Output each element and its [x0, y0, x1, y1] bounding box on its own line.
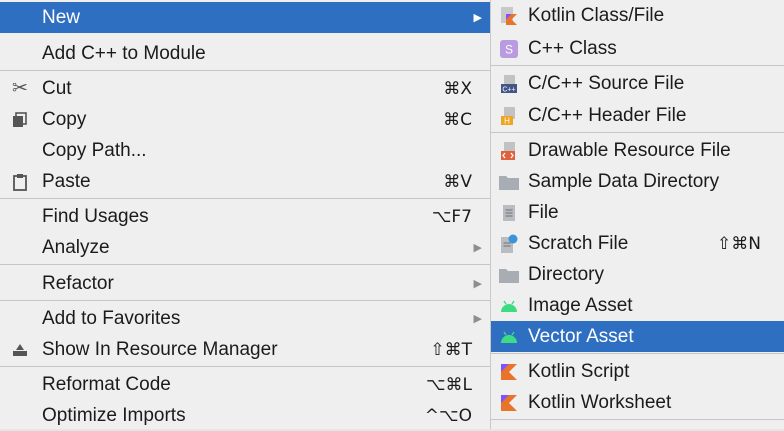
- menu-separator: [0, 264, 490, 265]
- submenu-item-cpp-source-file[interactable]: C++ C/C++ Source File: [491, 68, 784, 99]
- kotlin-script-icon: [499, 362, 519, 382]
- submenu-arrow-icon: ▶: [473, 242, 482, 254]
- menu-separator: [491, 353, 784, 354]
- file-icon: [499, 203, 519, 223]
- resource-manager-icon: [9, 339, 31, 361]
- submenu-item-image-asset[interactable]: Image Asset: [491, 290, 784, 321]
- android-icon: [499, 327, 519, 347]
- menu-item-label: C++ Class: [528, 37, 617, 59]
- menu-item-cut[interactable]: ✂ Cut ⌘X: [0, 73, 490, 104]
- menu-item-label: Image Asset: [528, 294, 633, 316]
- submenu-item-vector-asset[interactable]: Vector Asset: [491, 321, 784, 352]
- cpp-class-icon-text: S: [505, 42, 513, 56]
- folder-icon: [499, 172, 519, 192]
- submenu-arrow-icon: ▶: [473, 12, 482, 24]
- menu-item-copy[interactable]: Copy ⌘C: [0, 104, 490, 135]
- shortcut-label: ⌥F7: [431, 206, 472, 227]
- menu-item-reformat-code[interactable]: Reformat Code ⌥⌘L: [0, 369, 490, 400]
- submenu-item-kotlin-class-file[interactable]: Kotlin Class/File: [491, 0, 784, 31]
- cpp-header-file-icon: H: [499, 106, 519, 126]
- clipboard-icon: [9, 171, 31, 193]
- menu-item-label: Copy: [42, 108, 87, 130]
- scratch-file-icon: [499, 234, 519, 254]
- shortcut-label: ⌥⌘L: [425, 374, 472, 395]
- kotlin-file-icon: [499, 6, 519, 26]
- shortcut-label: ⇧⌘T: [430, 339, 472, 360]
- menu-separator: [491, 419, 784, 420]
- menu-item-label: Scratch File: [528, 232, 629, 254]
- menu-item-label: C/C++ Header File: [528, 104, 687, 126]
- submenu-item-directory[interactable]: Directory: [491, 259, 784, 290]
- menu-item-label: Kotlin Class/File: [528, 4, 665, 26]
- menu-item-label: Add C++ to Module: [42, 42, 206, 64]
- menu-item-label: C/C++ Source File: [528, 72, 685, 94]
- shortcut-label: ⌘V: [443, 171, 472, 192]
- menu-item-copy-path[interactable]: Copy Path...: [0, 135, 490, 166]
- menu-item-label: Cut: [42, 77, 72, 99]
- menu-separator: [0, 366, 490, 367]
- copy-icon: [9, 109, 31, 131]
- menu-item-label: New: [42, 6, 81, 28]
- menu-item-label: Refactor: [42, 272, 114, 294]
- menu-item-show-in-resource-manager[interactable]: Show In Resource Manager ⇧⌘T: [0, 334, 490, 365]
- shortcut-label: ⌘X: [443, 78, 472, 99]
- cpp-source-icon-text: C++: [502, 86, 515, 93]
- drawable-file-icon: [499, 141, 519, 161]
- menu-item-label: Reformat Code: [42, 373, 171, 395]
- menu-item-label: Paste: [42, 170, 91, 192]
- menu-item-refactor[interactable]: Refactor ▶: [0, 268, 490, 299]
- shortcut-label: ⇧⌘N: [717, 233, 761, 254]
- menu-item-label: Find Usages: [42, 205, 149, 227]
- submenu-arrow-icon: ▶: [473, 278, 482, 290]
- menu-item-optimize-imports[interactable]: Optimize Imports ^⌥O: [0, 400, 490, 431]
- cpp-class-icon: S: [499, 39, 519, 59]
- menu-item-add-cpp-to-module[interactable]: Add C++ to Module: [0, 38, 490, 69]
- context-menu: New ▶ Add C++ to Module ✂ Cut ⌘X Copy ⌘C…: [0, 0, 491, 429]
- folder-icon: [499, 265, 519, 285]
- submenu-item-kotlin-worksheet[interactable]: Kotlin Worksheet: [491, 387, 784, 418]
- menu-item-label: Directory: [528, 263, 605, 285]
- scissors-icon: ✂: [12, 78, 28, 99]
- menu-item-label: Copy Path...: [42, 139, 147, 161]
- shortcut-label: ⌘C: [443, 109, 472, 130]
- menu-item-analyze[interactable]: Analyze ▶: [0, 232, 490, 263]
- submenu-item-file[interactable]: File: [491, 197, 784, 228]
- cpp-source-file-icon: C++: [499, 74, 519, 94]
- menu-item-label: Add to Favorites: [42, 307, 181, 329]
- menu-item-label: Analyze: [42, 236, 110, 258]
- menu-item-label: File: [528, 201, 559, 223]
- menu-separator: [0, 198, 490, 199]
- submenu-item-cpp-header-file[interactable]: H C/C++ Header File: [491, 100, 784, 131]
- menu-item-label: Drawable Resource File: [528, 139, 731, 161]
- submenu-item-drawable-resource-file[interactable]: Drawable Resource File: [491, 135, 784, 166]
- menu-separator: [0, 70, 490, 71]
- menu-item-add-to-favorites[interactable]: Add to Favorites ▶: [0, 303, 490, 334]
- menu-item-label: Kotlin Worksheet: [528, 391, 672, 413]
- shortcut-label: ^⌥O: [424, 405, 472, 426]
- submenu-item-cpp-class[interactable]: S C++ Class: [491, 33, 784, 64]
- submenu-item-scratch-file[interactable]: Scratch File ⇧⌘N: [491, 228, 784, 259]
- menu-separator: [491, 132, 784, 133]
- kotlin-worksheet-icon: [499, 393, 519, 413]
- new-submenu: Kotlin Class/File S C++ Class C++ C/C++ …: [491, 0, 784, 429]
- menu-item-label: Vector Asset: [528, 325, 634, 347]
- menu-item-label: Show In Resource Manager: [42, 338, 278, 360]
- menu-item-label: Sample Data Directory: [528, 170, 720, 192]
- submenu-item-kotlin-script[interactable]: Kotlin Script: [491, 356, 784, 387]
- submenu-item-sample-data-directory[interactable]: Sample Data Directory: [491, 166, 784, 197]
- menu-separator: [491, 65, 784, 66]
- android-icon: [499, 296, 519, 316]
- menu-item-paste[interactable]: Paste ⌘V: [0, 166, 490, 197]
- menu-separator: [0, 300, 490, 301]
- menu-item-find-usages[interactable]: Find Usages ⌥F7: [0, 201, 490, 232]
- menu-item-new[interactable]: New ▶: [0, 2, 490, 33]
- menu-item-label: Optimize Imports: [42, 404, 186, 426]
- submenu-arrow-icon: ▶: [473, 313, 482, 325]
- cpp-header-icon-text: H: [504, 116, 510, 125]
- menu-item-label: Kotlin Script: [528, 360, 630, 382]
